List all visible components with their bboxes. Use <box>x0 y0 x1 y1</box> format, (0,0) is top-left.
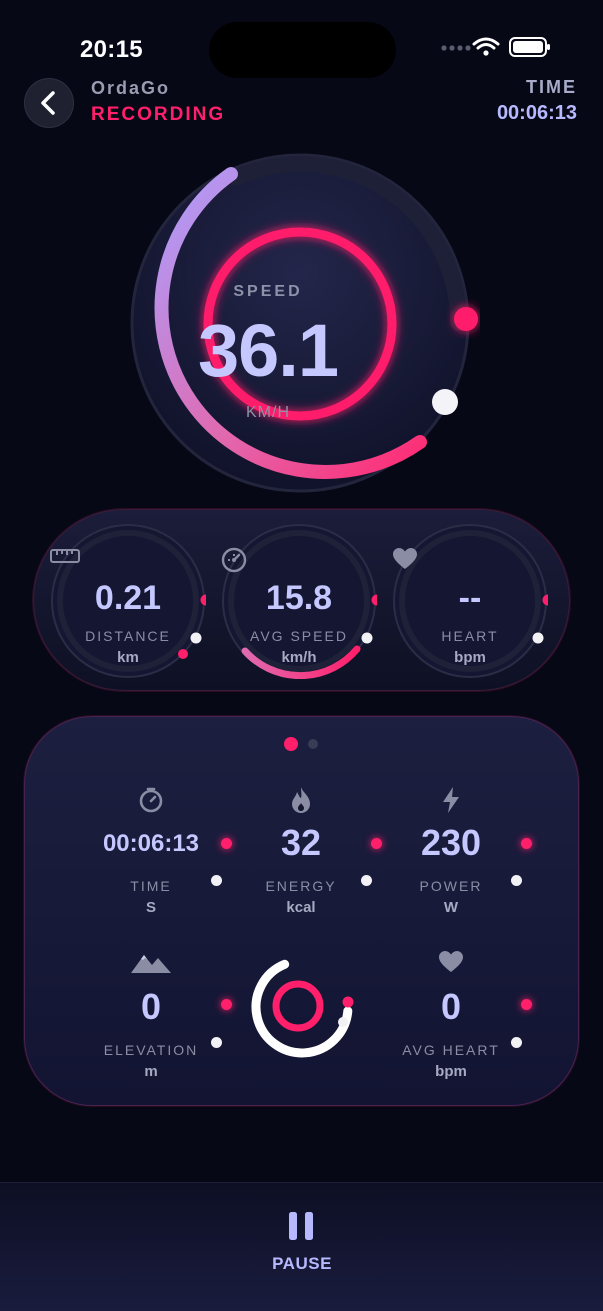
stat-power-marker-white <box>511 875 522 886</box>
pause-button[interactable]: PAUSE <box>250 1204 354 1284</box>
flame-icon <box>292 787 310 813</box>
status-icons <box>441 37 550 57</box>
heart-icon <box>439 951 463 972</box>
heart-icon <box>393 548 417 569</box>
stat-elevation-label: ELEVATION <box>103 1042 199 1058</box>
stat-elevation-value: 0 <box>140 986 162 1027</box>
speed-label: SPEED <box>233 283 303 300</box>
battery-icon <box>509 37 550 57</box>
page-indicator-active[interactable] <box>284 737 298 751</box>
stat-power-unit: W <box>443 899 459 916</box>
record-ring-arc <box>251 959 353 1058</box>
heart-unit: bpm <box>454 649 486 666</box>
pause-icon <box>289 1212 313 1240</box>
distance-value: 0.21 <box>94 579 162 617</box>
status-time: 20:15 <box>80 36 143 63</box>
avg-speed-label: AVG SPEED <box>250 628 348 644</box>
stat-avg-heart-marker-white <box>511 1037 522 1048</box>
stat-elevation-marker-white <box>211 1037 222 1048</box>
speed-value: 36.1 <box>197 309 339 392</box>
header-time-value: 00:06:13 <box>496 102 577 124</box>
chevron-left-icon <box>41 91 55 115</box>
stat-energy-value: 32 <box>280 822 322 863</box>
stat-time-label: TIME <box>130 878 172 894</box>
stat-time-marker-white <box>211 875 222 886</box>
distance-unit: km <box>117 649 139 666</box>
avg-speed-unit: km/h <box>281 649 317 666</box>
record-marker-white <box>338 1017 348 1027</box>
avg-speed-gauge[interactable]: 15.8 AVG SPEED km/h <box>221 523 377 679</box>
avg-speed-value: 15.8 <box>265 579 333 617</box>
stat-energy-marker-white <box>361 875 372 886</box>
stat-elevation-unit: m <box>144 1063 158 1080</box>
stat-avg-heart-value: 0 <box>440 986 462 1027</box>
wifi-icon <box>472 37 500 50</box>
status-bar: 20:15 <box>0 0 603 80</box>
mountain-icon <box>131 955 171 973</box>
stat-power-value: 230 <box>420 822 482 863</box>
stat-time-unit: S <box>145 899 156 916</box>
stat-power-label: POWER <box>419 878 483 894</box>
stat-elevation-marker-red <box>221 999 232 1010</box>
recording-status: RECORDING <box>91 104 226 125</box>
record-inner-ring <box>272 980 324 1032</box>
back-button[interactable] <box>24 78 74 128</box>
stat-energy-unit: kcal <box>286 899 316 916</box>
distance-gauge[interactable]: 0.21 DISTANCE km <box>50 523 206 679</box>
speed-unit: KM/H <box>246 404 290 421</box>
record-marker-red <box>342 996 354 1008</box>
stat-time-value: 00:06:13 <box>102 830 200 857</box>
dynamic-island <box>209 22 396 78</box>
wifi-dot <box>483 50 489 56</box>
app-name: OrdaGo <box>91 78 171 98</box>
pause-label: PAUSE <box>272 1254 332 1273</box>
distance-label: DISTANCE <box>85 628 171 644</box>
speedometer-icon <box>221 547 247 573</box>
heart-gauge[interactable]: -- HEART bpm <box>392 523 548 679</box>
page-indicator[interactable] <box>308 739 318 749</box>
ruler-icon <box>50 549 80 563</box>
stat-avg-heart-marker-red <box>521 999 532 1010</box>
record-toggle[interactable] <box>247 952 357 1062</box>
stat-avg-heart-label: AVG HEART <box>402 1042 500 1058</box>
stat-energy-label: ENERGY <box>265 878 337 894</box>
timer-icon <box>139 787 163 813</box>
heart-label: HEART <box>441 628 499 644</box>
heart-value: -- <box>458 579 482 617</box>
header-time-label: TIME <box>526 77 577 97</box>
stat-power-marker-red <box>521 838 532 849</box>
bolt-icon <box>443 787 459 813</box>
stat-avg-heart-unit: bpm <box>435 1063 467 1080</box>
signal-icon <box>441 45 471 51</box>
